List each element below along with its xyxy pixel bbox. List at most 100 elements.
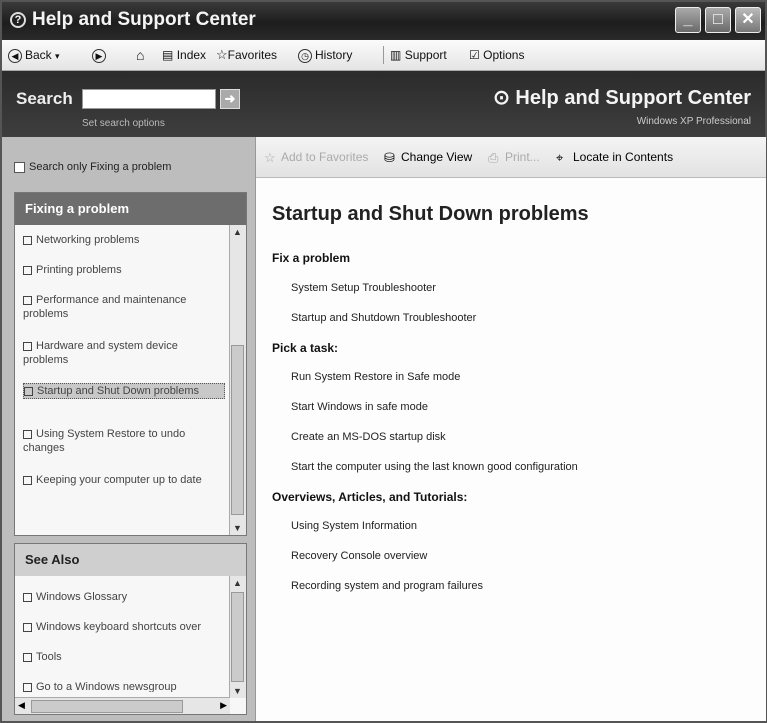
add-to-favorites-button[interactable]: ☆ Add to Favorites	[264, 150, 368, 165]
home-button[interactable]: ⌂	[136, 46, 144, 64]
scroll-right-icon[interactable]: ▶	[220, 700, 227, 711]
topic-icon	[23, 265, 32, 275]
list-item-label: Hardware and system device problems	[23, 340, 178, 366]
minimize-button[interactable]: _	[675, 7, 701, 33]
help-icon: ?	[10, 12, 26, 28]
article-link[interactable]: Startup and Shutdown Troubleshooter	[291, 312, 476, 324]
search-only-checkbox[interactable]	[14, 161, 25, 173]
close-button[interactable]: ✕	[735, 7, 761, 33]
back-label: Back	[25, 48, 52, 62]
scroll-thumb[interactable]	[231, 345, 244, 515]
help-support-window: ? Help and Support Center _ □ ✕ ◀ Back ▾ …	[0, 0, 767, 723]
support-label: Support	[404, 48, 447, 62]
history-button[interactable]: ◷ History	[298, 46, 352, 64]
navigation-toolbar: ◀ Back ▾ ▶ ⌂ ▤ Index ☆Favorites ◷ History …	[2, 40, 765, 71]
left-navigation-pane: Search only Fixing a problem Fixing a pr…	[2, 137, 255, 721]
scroll-thumb[interactable]	[231, 592, 244, 682]
link-icon	[23, 592, 32, 602]
topic-icon	[23, 235, 32, 245]
scroll-up-icon[interactable]: ▲	[233, 227, 242, 237]
forward-button[interactable]: ▶	[92, 46, 109, 64]
content-pane: ☆ Add to Favorites ⛁ Change View ⎙ Print...…	[255, 137, 766, 721]
see-also-horizontal-scrollbar[interactable]: ◀ ▶	[15, 697, 230, 714]
article-link[interactable]: Using System Information	[291, 520, 417, 532]
scroll-down-icon[interactable]: ▼	[233, 686, 242, 696]
search-only-label: Search only Fixing a problem	[29, 161, 172, 173]
list-item[interactable]: Printing problems	[23, 263, 223, 277]
header-title: ⊙ Help and Support Center	[493, 85, 751, 110]
change-view-button[interactable]: ⛁ Change View	[384, 150, 472, 165]
article-link[interactable]: Recording system and program failures	[291, 580, 483, 592]
add-favorites-star-icon: ☆	[264, 149, 276, 165]
support-icon: ▥	[390, 48, 402, 62]
link-icon	[23, 682, 32, 692]
set-search-options-link[interactable]: Set search options	[82, 118, 165, 129]
section-heading: Overviews, Articles, and Tutorials:	[272, 490, 468, 504]
print-button[interactable]: ⎙ Print...	[488, 150, 540, 165]
article-link[interactable]: Recovery Console overview	[291, 550, 427, 562]
search-label: Search	[16, 89, 73, 108]
options-label: Options	[483, 48, 525, 62]
list-item[interactable]: Windows keyboard shortcuts over	[23, 620, 223, 634]
article-link[interactable]: Run System Restore in Safe mode	[291, 371, 460, 383]
toolbar-separator	[383, 46, 384, 64]
change-view-icon: ⛁	[384, 149, 395, 165]
search-input[interactable]	[82, 89, 216, 109]
list-item-label: Go to a Windows newsgroup	[36, 681, 177, 692]
list-item[interactable]: Performance and maintenance problems	[23, 293, 223, 321]
list-item[interactable]: Windows Glossary	[23, 590, 223, 604]
scroll-down-icon[interactable]: ▼	[233, 523, 242, 533]
topic-icon	[23, 429, 32, 439]
search-only-option[interactable]: Search only Fixing a problem	[14, 161, 171, 173]
locate-icon: ⌖	[556, 149, 564, 165]
change-view-label: Change View	[401, 150, 473, 164]
page-title: Startup and Shut Down problems	[272, 203, 589, 225]
index-button[interactable]: ▤ Index	[162, 46, 206, 64]
forward-arrow-icon: ▶	[92, 48, 106, 63]
fixing-problem-scrollbar[interactable]: ▲ ▼	[229, 225, 246, 535]
article-link[interactable]: Start Windows in safe mode	[291, 401, 428, 413]
home-icon: ⌂	[136, 47, 145, 63]
article-link[interactable]: System Setup Troubleshooter	[291, 282, 436, 294]
list-item-label: Printing problems	[36, 264, 122, 276]
list-item-label: Keeping your computer up to date	[36, 474, 202, 486]
scroll-up-icon[interactable]: ▲	[233, 578, 242, 588]
maximize-button[interactable]: □	[705, 7, 731, 33]
list-item-selected[interactable]: Startup and Shut Down problems	[23, 383, 225, 399]
list-item[interactable]: Hardware and system device problems	[23, 339, 223, 367]
back-button[interactable]: ◀ Back ▾	[8, 46, 60, 64]
list-item[interactable]: Keeping your computer up to date	[23, 473, 223, 487]
locate-in-contents-button[interactable]: ⌖ Locate in Contents	[556, 150, 673, 165]
search-header-band: Search ➜ Set search options ⊙ Help and S…	[2, 71, 765, 137]
topic-icon	[23, 295, 32, 305]
support-button[interactable]: ▥ Support	[390, 46, 447, 64]
list-item-label: Networking problems	[36, 234, 140, 246]
list-item[interactable]: Networking problems	[23, 233, 223, 247]
see-also-scrollbar[interactable]: ▲ ▼	[229, 576, 246, 698]
scroll-left-icon[interactable]: ◀	[18, 700, 25, 711]
history-label: History	[315, 48, 353, 62]
fixing-problem-panel: Fixing a problem Networking problems Pri…	[14, 192, 247, 536]
header-help-icon: ⊙	[493, 87, 516, 109]
locate-label: Locate in Contents	[573, 150, 674, 164]
back-arrow-icon: ◀	[8, 48, 22, 63]
print-label: Print...	[505, 150, 540, 164]
options-button[interactable]: ☑ Options	[469, 46, 524, 64]
list-item[interactable]: Go to a Windows newsgroup	[23, 680, 223, 692]
link-icon	[23, 622, 32, 632]
see-also-header: See Also	[15, 544, 246, 576]
search-go-arrow-icon[interactable]: ➜	[220, 89, 240, 109]
favorites-button[interactable]: ☆Favorites	[216, 46, 277, 64]
index-icon: ▤	[162, 48, 174, 62]
scroll-thumb[interactable]	[31, 700, 183, 713]
section-heading: Pick a task:	[272, 341, 339, 355]
list-item[interactable]: Using System Restore to undo changes	[23, 427, 223, 455]
article-link[interactable]: Create an MS-DOS startup disk	[291, 431, 446, 443]
article-link[interactable]: Start the computer using the last known …	[291, 461, 578, 473]
see-also-panel: See Also Windows Glossary Windows keyboa…	[14, 543, 247, 715]
add-favorites-label: Add to Favorites	[281, 150, 369, 164]
list-item[interactable]: Tools	[23, 650, 223, 664]
options-icon: ☑	[469, 48, 480, 62]
back-dropdown-icon[interactable]: ▾	[55, 51, 60, 61]
index-label: Index	[176, 48, 207, 62]
